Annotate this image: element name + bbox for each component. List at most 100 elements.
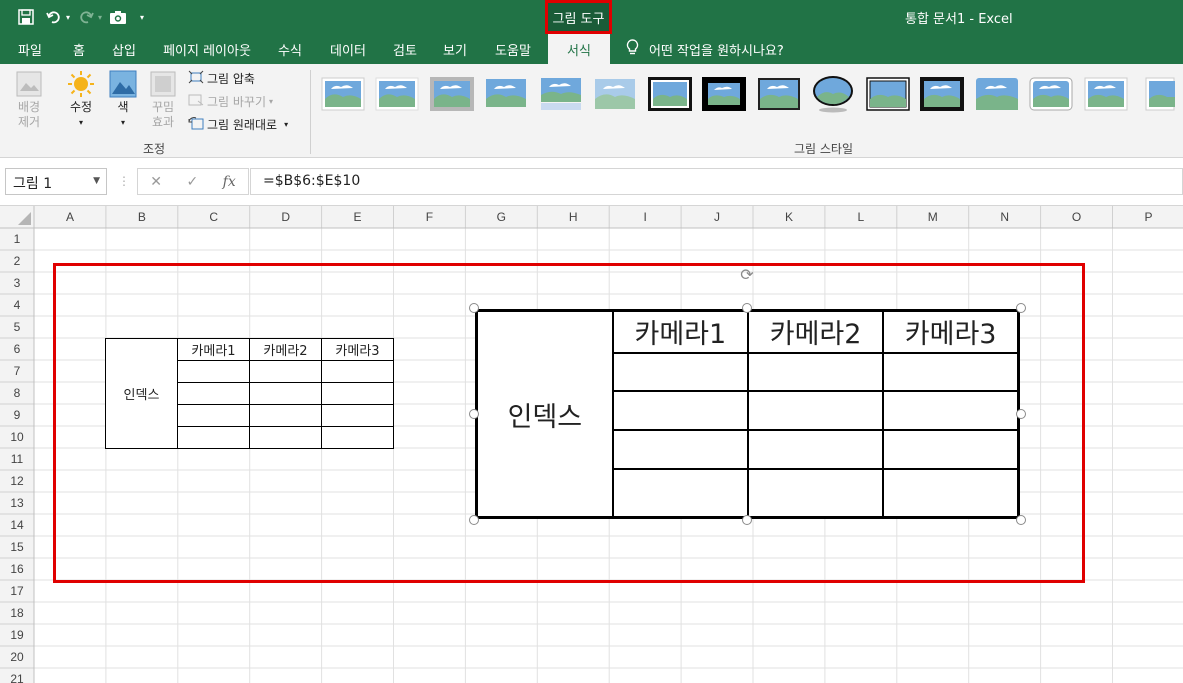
column-header-C[interactable]: C — [209, 210, 218, 224]
column-header-O[interactable]: O — [1072, 210, 1081, 224]
style-black-shadow[interactable] — [702, 74, 748, 114]
undo-dropdown-icon[interactable]: ▾ — [66, 13, 70, 22]
column-header-G[interactable]: G — [497, 210, 506, 224]
tab-page-layout[interactable]: 페이지 레이아웃 — [155, 34, 259, 64]
enter-icon[interactable]: ✓ — [186, 174, 198, 190]
style-double-frame[interactable] — [865, 74, 911, 114]
row-header-17[interactable]: 17 — [10, 584, 24, 598]
insert-function-icon[interactable]: fx — [223, 174, 236, 190]
tab-home[interactable]: 홈 — [62, 34, 96, 64]
picture-table: 인덱스 카메라1 카메라2 카메라3 — [475, 309, 1020, 519]
style-thick-matte[interactable] — [920, 74, 966, 114]
reset-picture-button[interactable]: 그림 원래대로 ▾ — [188, 116, 288, 133]
column-header-D[interactable]: D — [281, 210, 290, 224]
column-header-K[interactable]: K — [785, 210, 793, 224]
tab-view[interactable]: 보기 — [433, 34, 477, 64]
row-header-20[interactable]: 20 — [10, 650, 24, 664]
resize-handle[interactable] — [469, 409, 479, 419]
redo-icon — [74, 7, 98, 27]
row-header-1[interactable]: 1 — [14, 232, 21, 246]
resize-handle[interactable] — [742, 303, 752, 313]
tab-help[interactable]: 도움말 — [487, 34, 539, 64]
style-oval[interactable] — [811, 74, 857, 114]
lightbulb-icon — [626, 39, 639, 59]
row-header-4[interactable]: 4 — [14, 298, 21, 312]
style-perspective[interactable] — [1083, 74, 1129, 114]
column-header-F[interactable]: F — [426, 210, 433, 224]
tab-format[interactable]: 서식 — [548, 34, 610, 65]
remove-background-icon — [15, 70, 43, 98]
style-reflected[interactable] — [538, 74, 584, 114]
column-header-P[interactable]: P — [1144, 210, 1152, 224]
row-header-14[interactable]: 14 — [10, 518, 24, 532]
title-bar: ▾ ▾ ▾ 그림 도구 통합 문서1 - Excel — [0, 0, 1183, 34]
name-box[interactable]: 그림 1 ▼ — [5, 168, 107, 195]
camera-icon[interactable] — [106, 7, 130, 27]
tab-insert[interactable]: 삽입 — [102, 34, 146, 64]
column-header-H[interactable]: H — [569, 210, 578, 224]
compress-pictures-button[interactable]: 그림 압축 — [188, 70, 255, 87]
style-soft-edge-rect[interactable] — [593, 74, 639, 114]
column-header-M[interactable]: M — [928, 210, 938, 224]
cancel-icon[interactable]: ✕ — [150, 174, 162, 190]
style-metal-frame[interactable] — [429, 74, 475, 114]
style-bevel[interactable] — [1029, 74, 1075, 114]
linked-picture[interactable]: 인덱스 카메라1 카메라2 카메라3 — [474, 308, 1021, 520]
style-simple-frame-white[interactable] — [320, 74, 366, 114]
resize-handle[interactable] — [469, 303, 479, 313]
row-header-21[interactable]: 21 — [10, 672, 24, 683]
column-header-L[interactable]: L — [858, 210, 865, 224]
resize-handle[interactable] — [1016, 515, 1026, 525]
color-picture-icon — [109, 70, 137, 98]
save-icon[interactable] — [14, 7, 38, 27]
row-header-15[interactable]: 15 — [10, 540, 24, 554]
row-header-6[interactable]: 6 — [14, 342, 21, 356]
row-header-12[interactable]: 12 — [10, 474, 24, 488]
color-button[interactable]: 색 ▾ — [104, 70, 142, 130]
tab-data[interactable]: 데이터 — [322, 34, 374, 64]
tell-me-box[interactable]: 어떤 작업을 원하시나요? — [626, 34, 784, 64]
style-simple-black-frame[interactable] — [756, 74, 802, 114]
row-header-11[interactable]: 11 — [11, 452, 24, 466]
row-header-8[interactable]: 8 — [14, 386, 21, 400]
style-drop-shadow[interactable] — [484, 74, 530, 114]
row-header-16[interactable]: 16 — [10, 562, 24, 576]
column-header-E[interactable]: E — [354, 210, 362, 224]
tab-review[interactable]: 검토 — [383, 34, 427, 64]
customize-icon[interactable]: ▾ — [140, 13, 144, 22]
column-header-B[interactable]: B — [138, 210, 146, 224]
rotate-handle-icon[interactable]: ⟳ — [737, 265, 757, 285]
resize-handle[interactable] — [469, 515, 479, 525]
resize-handle[interactable] — [742, 515, 752, 525]
picture-header-cell: 카메라2 — [746, 309, 885, 354]
style-partial[interactable] — [1138, 74, 1183, 114]
tab-file[interactable]: 파일 — [8, 34, 52, 64]
formula-input[interactable]: =$B$6:$E$10 — [250, 168, 1183, 195]
picture-cell — [746, 467, 885, 519]
row-header-13[interactable]: 13 — [10, 496, 24, 510]
row-header-18[interactable]: 18 — [10, 606, 24, 620]
tell-me-label: 어떤 작업을 원하시나요? — [649, 43, 784, 59]
tab-formulas[interactable]: 수식 — [268, 34, 312, 64]
column-header-I[interactable]: I — [643, 210, 646, 224]
style-thick-black-frame[interactable] — [647, 74, 693, 114]
row-header-10[interactable]: 10 — [10, 430, 24, 444]
row-header-3[interactable]: 3 — [14, 276, 21, 290]
undo-icon[interactable] — [42, 7, 66, 27]
row-header-2[interactable]: 2 — [14, 254, 21, 268]
column-header-A[interactable]: A — [66, 210, 74, 224]
style-soft-edge[interactable] — [375, 74, 421, 114]
style-rounded-rect[interactable] — [974, 74, 1020, 114]
name-box-dropdown-icon[interactable]: ▼ — [93, 176, 100, 186]
column-header-N[interactable]: N — [1000, 210, 1009, 224]
row-header-19[interactable]: 19 — [10, 628, 24, 642]
row-header-9[interactable]: 9 — [14, 408, 21, 422]
resize-handle[interactable] — [1016, 409, 1026, 419]
column-header-J[interactable]: J — [714, 210, 720, 224]
change-picture-button: 그림 바꾸기 ▾ — [188, 93, 273, 110]
picture-header-cell: 카메라1 — [611, 309, 749, 354]
row-header-7[interactable]: 7 — [14, 364, 21, 378]
resize-handle[interactable] — [1016, 303, 1026, 313]
corrections-button[interactable]: 수정 ▾ — [62, 70, 100, 130]
row-header-5[interactable]: 5 — [14, 320, 21, 334]
